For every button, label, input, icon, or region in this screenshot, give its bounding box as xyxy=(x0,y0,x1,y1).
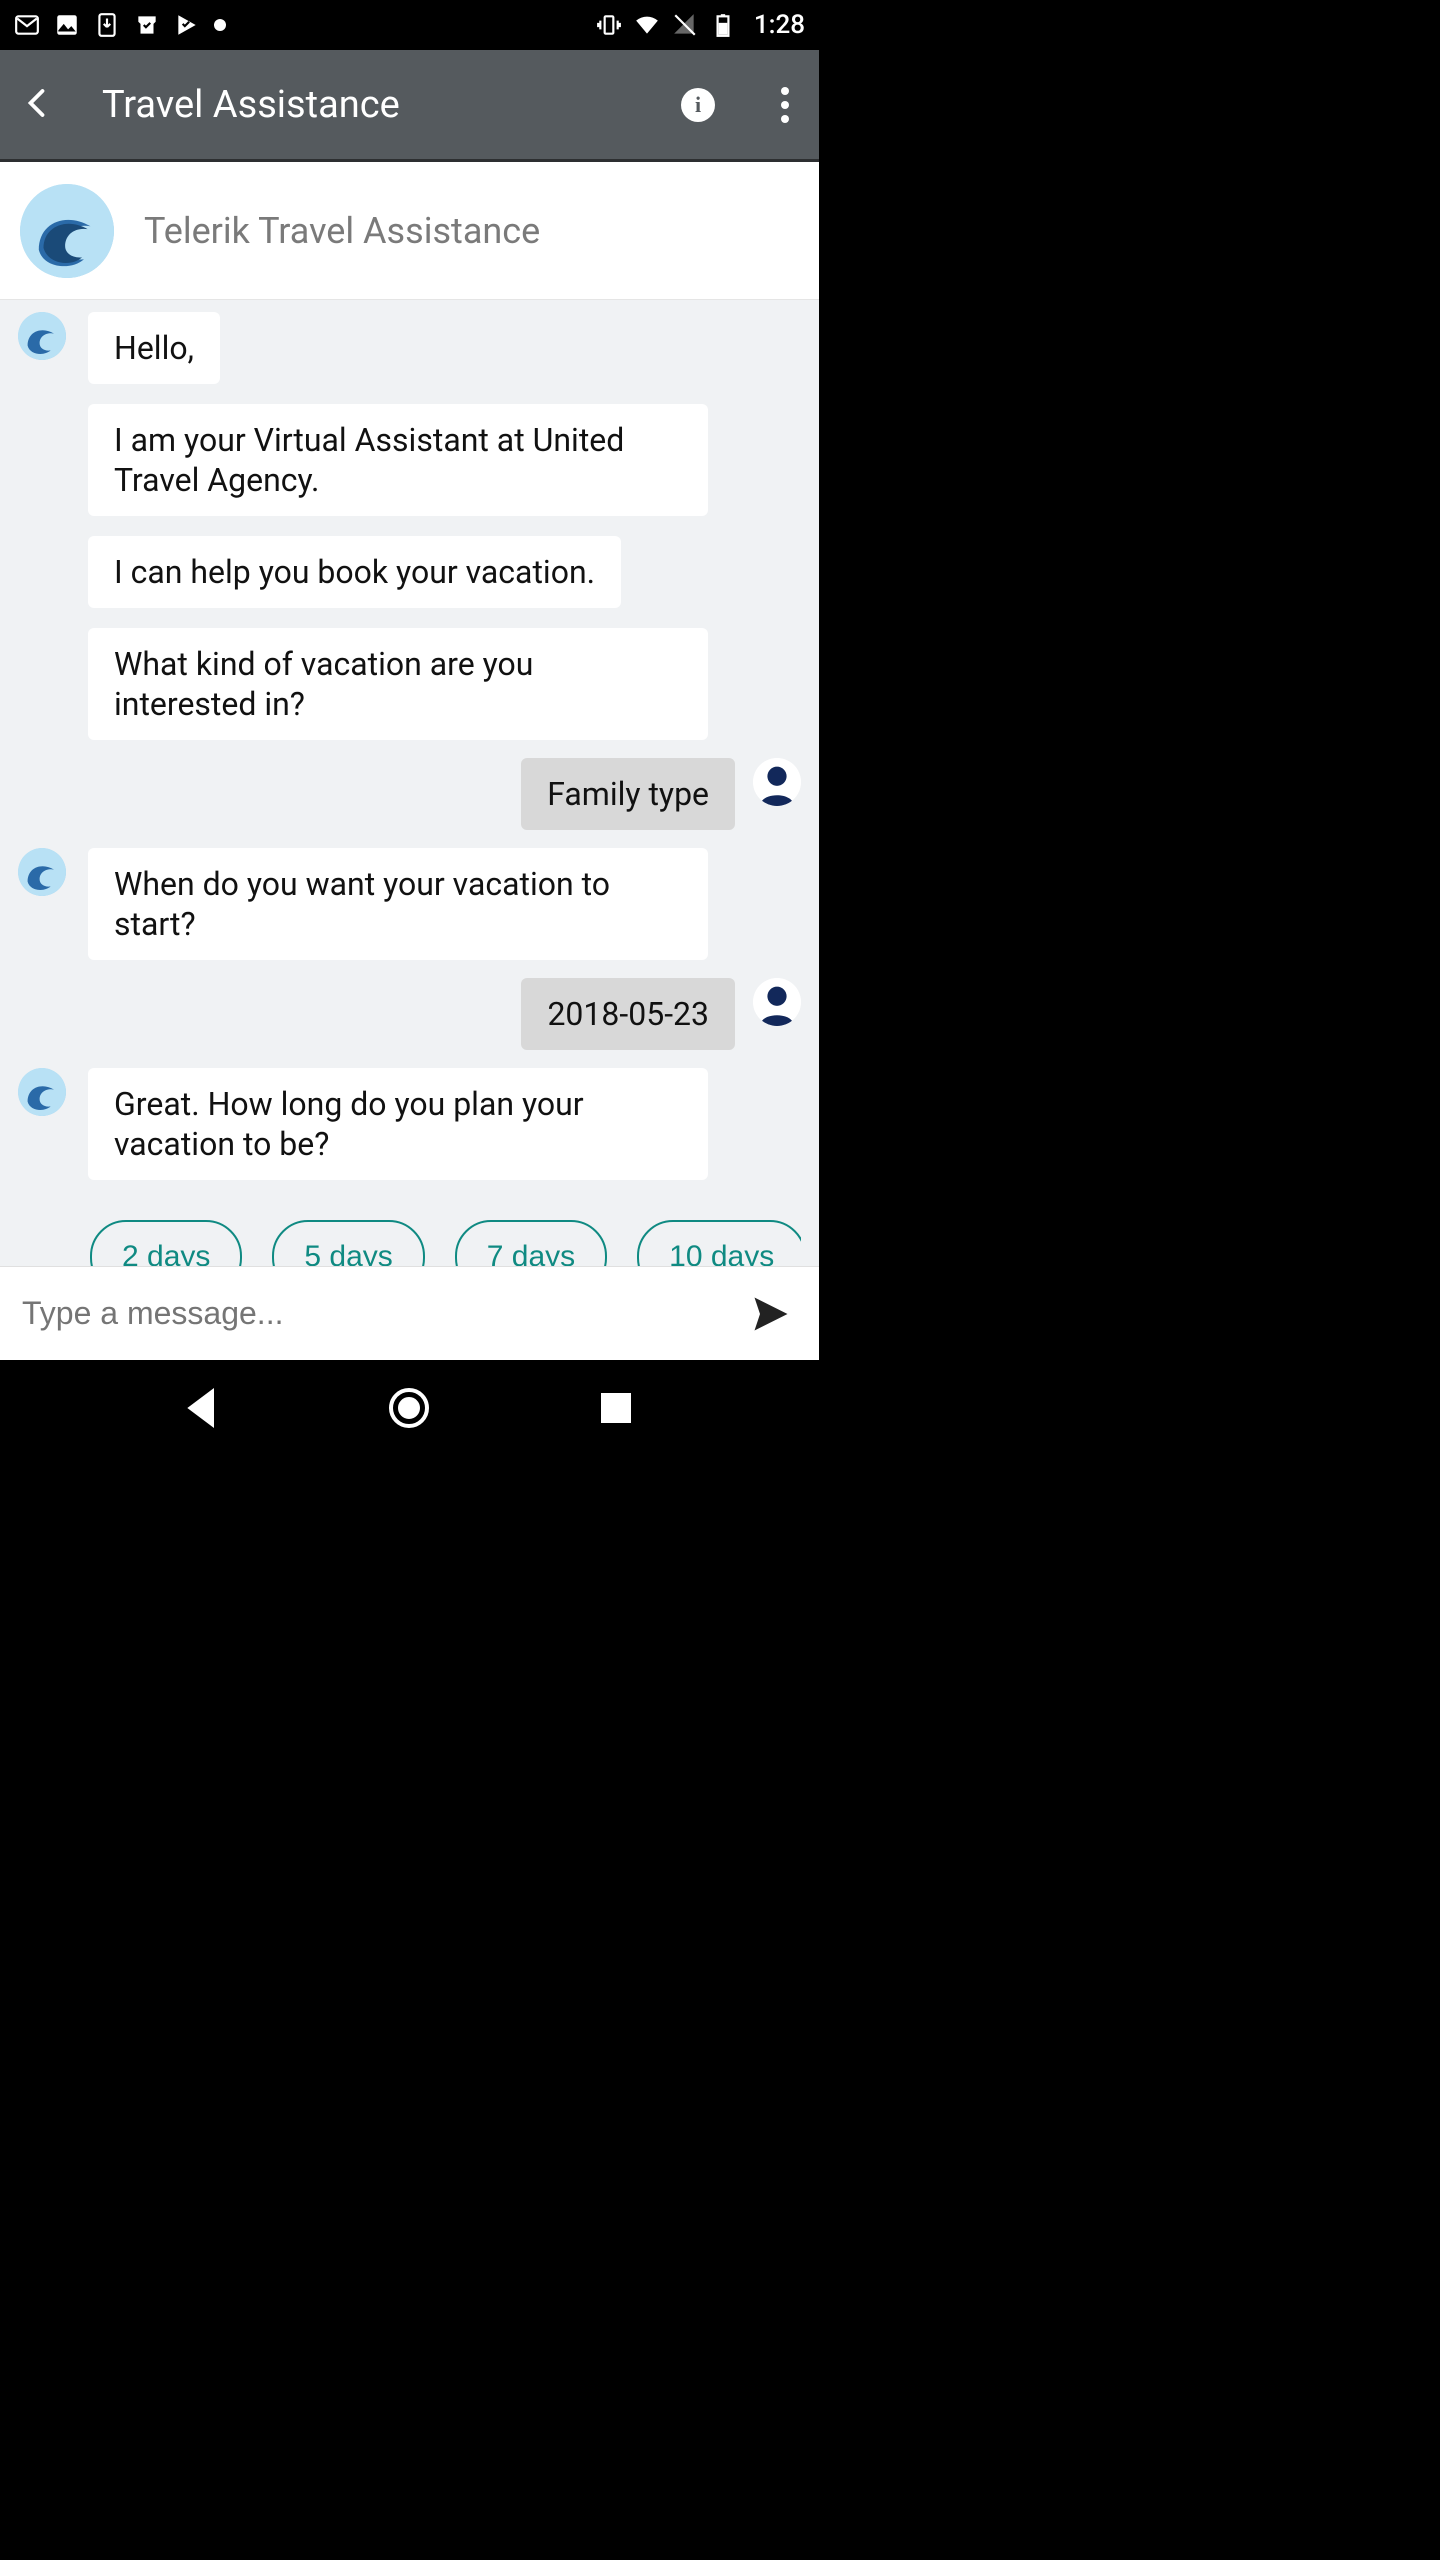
chat-title: Telerik Travel Assistance xyxy=(144,210,540,252)
message-input[interactable] xyxy=(22,1295,745,1332)
nav-home-button[interactable] xyxy=(385,1384,433,1432)
no-signal-icon xyxy=(672,12,698,38)
more-dot-icon xyxy=(781,87,789,95)
input-bar xyxy=(0,1266,819,1360)
wifi-icon xyxy=(634,12,660,38)
wave-icon xyxy=(18,848,66,896)
download-icon xyxy=(94,12,120,38)
bot-message: Great. How long do you plan your vacatio… xyxy=(88,1068,708,1180)
bot-message: When do you want your vacation to start? xyxy=(88,848,708,960)
bot-avatar xyxy=(18,312,66,360)
person-icon xyxy=(753,978,801,1026)
message-group-bot: Great. How long do you plan your vacatio… xyxy=(18,1068,801,1180)
bot-avatar-large xyxy=(20,184,114,278)
user-message: Family type xyxy=(521,758,735,830)
message-group-user: 2018-05-23 xyxy=(18,978,801,1050)
info-button[interactable]: i xyxy=(681,88,715,122)
store-check-icon xyxy=(134,12,160,38)
chip-2-days[interactable]: 2 days xyxy=(90,1220,242,1266)
person-icon xyxy=(753,758,801,806)
wave-icon xyxy=(20,184,114,278)
message-group-user: Family type xyxy=(18,758,801,830)
chip-10-days[interactable]: 10 days xyxy=(637,1220,801,1266)
status-bar: 1:28 xyxy=(0,0,819,50)
chat-area[interactable]: Hello, I am your Virtual Assistant at Un… xyxy=(0,300,819,1266)
chip-7-days[interactable]: 7 days xyxy=(455,1220,607,1266)
gmail-icon xyxy=(14,12,40,38)
nav-recent-icon xyxy=(592,1384,640,1432)
photo-icon xyxy=(54,12,80,38)
back-icon xyxy=(20,85,56,121)
message-group-bot: When do you want your vacation to start? xyxy=(18,848,801,960)
nav-back-button[interactable] xyxy=(179,1384,227,1432)
suggestion-chips: 2 days 5 days 7 days 10 days Another xyxy=(18,1220,801,1266)
more-dot-icon xyxy=(781,101,789,109)
send-button[interactable] xyxy=(745,1288,797,1340)
bot-avatar xyxy=(18,1068,66,1116)
notification-dot-icon xyxy=(214,19,226,31)
bot-avatar xyxy=(18,848,66,896)
status-time: 1:28 xyxy=(754,10,805,40)
chat-header: Telerik Travel Assistance xyxy=(0,162,819,300)
user-message: 2018-05-23 xyxy=(521,978,735,1050)
app-bar: Travel Assistance i xyxy=(0,50,819,162)
user-avatar xyxy=(753,758,801,806)
back-button[interactable] xyxy=(20,85,56,125)
vibrate-icon xyxy=(596,12,622,38)
bot-message: What kind of vacation are you interested… xyxy=(88,628,708,740)
bot-message: I can help you book your vacation. xyxy=(88,536,621,608)
nav-home-icon xyxy=(385,1384,433,1432)
battery-icon xyxy=(710,12,736,38)
page-title: Travel Assistance xyxy=(102,83,681,127)
nav-recent-button[interactable] xyxy=(592,1384,640,1432)
bot-message: I am your Virtual Assistant at United Tr… xyxy=(88,404,708,516)
bot-message: Hello, xyxy=(88,312,220,384)
wave-icon xyxy=(18,1068,66,1116)
more-dot-icon xyxy=(781,115,789,123)
info-icon: i xyxy=(695,92,701,118)
chip-5-days[interactable]: 5 days xyxy=(272,1220,424,1266)
nav-bar xyxy=(0,1360,819,1456)
wave-icon xyxy=(18,312,66,360)
nav-back-icon xyxy=(179,1384,227,1432)
more-options-button[interactable] xyxy=(771,81,799,129)
play-check-icon xyxy=(174,12,200,38)
send-icon xyxy=(749,1292,793,1336)
message-group-bot: Hello, I am your Virtual Assistant at Un… xyxy=(18,312,801,740)
user-avatar xyxy=(753,978,801,1026)
